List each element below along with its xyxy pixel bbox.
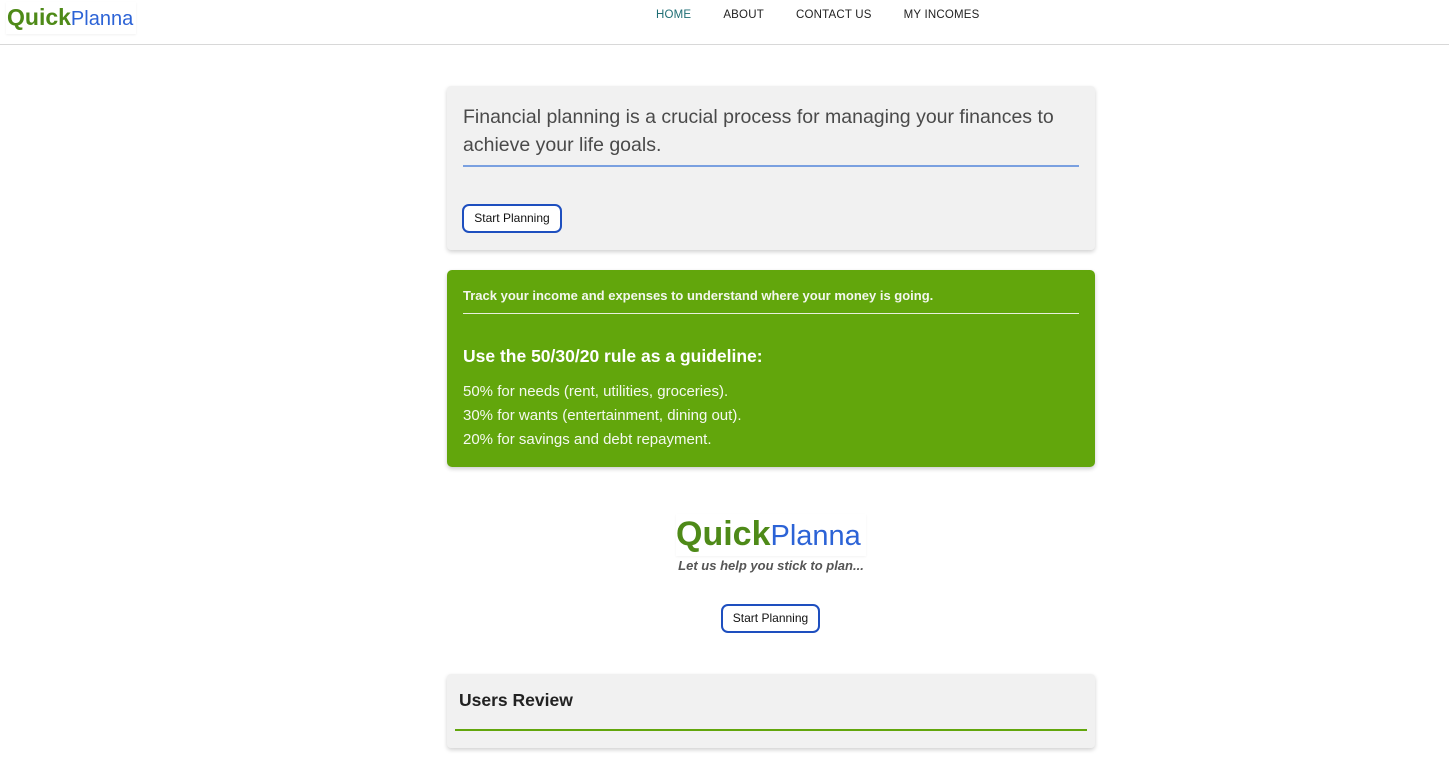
review-divider [455, 729, 1087, 731]
hero-start-planning-button[interactable]: Start Planning [721, 604, 820, 633]
rule-list: 50% for needs (rent, utilities, grocerie… [463, 380, 741, 452]
top-navbar: Quick Planna HOME ABOUT CONTACT US MY INC… [0, 0, 1449, 45]
hero-logo-planna: Planna [770, 520, 861, 552]
hero-logo-quick: Quick [676, 515, 771, 553]
users-review-card: Users Review [447, 674, 1095, 748]
brand-logo-quick: Quick [7, 4, 71, 30]
start-planning-button[interactable]: Start Planning [462, 204, 562, 233]
users-review-title: Users Review [459, 690, 573, 710]
nav-link-contact-us[interactable]: CONTACT US [780, 8, 888, 22]
rule-item-savings: 20% for savings and debt repayment. [463, 431, 712, 448]
hero-tagline: Let us help you stick to plan... [678, 558, 864, 573]
track-income-text: Track your income and expenses to unders… [463, 288, 934, 303]
rule-item-needs: 50% for needs (rent, utilities, grocerie… [463, 383, 729, 400]
intro-text: Financial planning is a crucial process … [463, 106, 1054, 156]
intro-divider [463, 165, 1079, 167]
rule-title: Use the 50/30/20 rule as a guideline: [463, 346, 763, 366]
intro-card: Financial planning is a crucial process … [447, 86, 1095, 250]
hero-logo: Quick Planna [676, 514, 866, 556]
brand-logo-planna: Planna [70, 8, 134, 30]
tips-divider [463, 313, 1079, 314]
rule-item-wants: 30% for wants (entertainment, dining out… [463, 407, 742, 424]
budget-tips-card: Track your income and expenses to unders… [447, 270, 1095, 467]
nav-link-my-incomes[interactable]: MY INCOMES [888, 8, 996, 22]
nav-link-about[interactable]: ABOUT [707, 8, 780, 22]
main-nav: HOME ABOUT CONTACT US MY INCOMES [640, 8, 996, 22]
brand-logo[interactable]: Quick Planna [6, 2, 136, 34]
nav-link-home[interactable]: HOME [640, 8, 707, 22]
